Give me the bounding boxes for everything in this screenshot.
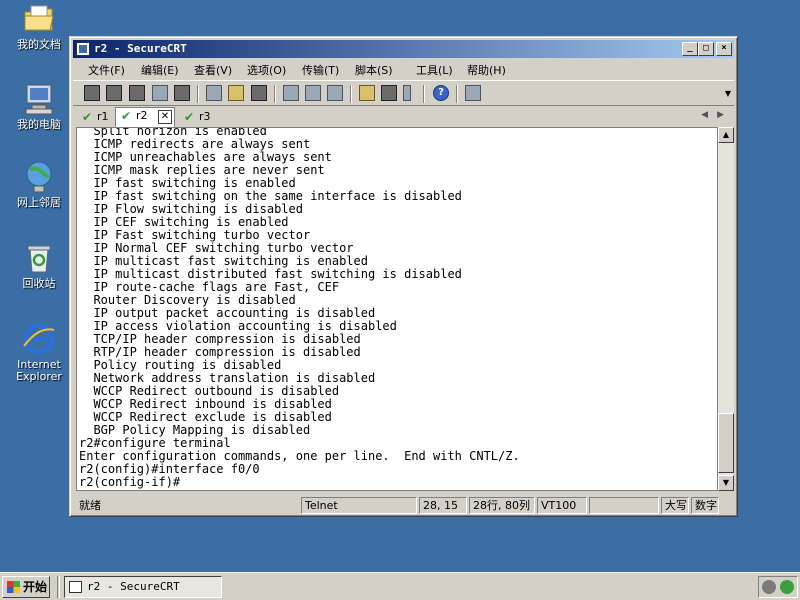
toolbar: ? ▼ xyxy=(73,80,734,106)
tab-close-icon[interactable]: ✕ xyxy=(158,110,172,124)
toolbar-separator xyxy=(423,85,425,103)
status-caps-lock: 大写 xyxy=(661,497,689,514)
minimize-button[interactable]: _ xyxy=(682,42,698,56)
start-button[interactable]: 开始 xyxy=(2,576,50,598)
toolbar-chevron-icon[interactable]: ▼ xyxy=(725,89,731,98)
toolbar-separator xyxy=(350,85,352,103)
desktop-icon-my-computer[interactable]: 我的电脑 xyxy=(8,82,70,131)
scroll-thumb[interactable] xyxy=(718,413,734,473)
status-num-lock: 数字 xyxy=(691,497,719,514)
taskbar: 开始 r2 - SecureCRT xyxy=(0,572,800,600)
taskbar-securecrt-button[interactable]: r2 - SecureCRT xyxy=(64,576,222,598)
securecrt-app-icon xyxy=(76,42,90,56)
terminal-scrollbar[interactable]: ▲ ▼ xyxy=(718,127,734,491)
tab-label: r3 xyxy=(199,110,211,123)
log-session-icon[interactable] xyxy=(465,85,481,101)
quick-connect-icon[interactable] xyxy=(106,85,122,101)
desktop-icon-recycle-bin[interactable]: 回收站 xyxy=(8,241,70,290)
reconnect-icon[interactable] xyxy=(152,85,168,101)
session-options-icon[interactable] xyxy=(359,85,375,101)
tab-r1[interactable]: ✔ r1 xyxy=(77,109,113,127)
status-ready: 就绪 xyxy=(79,499,101,512)
volume-icon[interactable] xyxy=(762,580,776,594)
tab-scroll-left-icon[interactable]: ◀ xyxy=(701,110,708,120)
menu-edit[interactable]: 编辑(E) xyxy=(141,62,179,78)
menu-options[interactable]: 选项(O) xyxy=(247,62,286,78)
desktop-icon-label: 回收站 xyxy=(22,277,56,290)
connected-check-icon: ✔ xyxy=(82,110,93,124)
print-setup-icon[interactable] xyxy=(283,85,299,101)
tab-scroll-right-icon[interactable]: ▶ xyxy=(717,110,724,120)
maximize-icon: □ xyxy=(703,43,709,53)
my-documents-folder-icon xyxy=(22,2,56,36)
toolbar-separator xyxy=(456,85,458,103)
status-protocol: Telnet xyxy=(301,497,417,514)
minimize-icon: _ xyxy=(687,43,693,53)
scroll-down-icon[interactable]: ▼ xyxy=(718,475,734,491)
taskbar-button-label: r2 - SecureCRT xyxy=(87,580,180,593)
my-computer-icon xyxy=(22,82,56,116)
recycle-bin-icon xyxy=(22,241,56,275)
internet-explorer-icon xyxy=(22,322,56,356)
desktop-icon-label: Internet Explorer xyxy=(16,358,62,383)
connect-in-tab-icon[interactable] xyxy=(129,85,145,101)
copy-icon[interactable] xyxy=(206,85,222,101)
desktop-icon-label: 我的文档 xyxy=(17,38,61,51)
menu-help[interactable]: 帮助(H) xyxy=(467,62,506,78)
menu-file[interactable]: 文件(F) xyxy=(88,62,125,78)
keymap-icon[interactable] xyxy=(403,85,411,101)
status-terminal-size: 28行, 80列 xyxy=(469,497,535,514)
securecrt-app-icon xyxy=(69,581,82,593)
terminal-output[interactable]: Split horizon is enabled ICMP redirects … xyxy=(76,127,718,491)
tab-label: r1 xyxy=(97,110,109,123)
toolbar-separator xyxy=(274,85,276,103)
toolbar-separator xyxy=(197,85,199,103)
print-icon[interactable] xyxy=(327,85,343,101)
title-bar[interactable]: r2 - SecureCRT _ □ × xyxy=(73,40,734,58)
disconnect-icon[interactable] xyxy=(174,85,190,101)
windows-logo-icon xyxy=(7,581,20,593)
desktop-icon-ie[interactable]: Internet Explorer xyxy=(8,322,70,383)
close-button[interactable]: × xyxy=(716,42,732,56)
desktop-icon-network[interactable]: 网上邻居 xyxy=(8,160,70,209)
scroll-up-icon[interactable]: ▲ xyxy=(718,127,734,143)
help-icon[interactable]: ? xyxy=(433,85,449,101)
taskbar-separator xyxy=(57,576,60,598)
status-emulation: VT100 xyxy=(537,497,587,514)
maximize-button[interactable]: □ xyxy=(698,42,714,56)
connect-icon[interactable] xyxy=(84,85,100,101)
desktop-icon-label: 我的电脑 xyxy=(17,118,61,131)
menu-bar: 文件(F) 编辑(E) 查看(V) 选项(O) 传输(T) 脚本(S) 工具(L… xyxy=(73,59,734,79)
status-bar: 就绪 Telnet 28, 15 28行, 80列 VT100 大写 数字 xyxy=(73,495,734,515)
menu-script[interactable]: 脚本(S) xyxy=(355,62,393,78)
desktop-icon-my-documents[interactable]: 我的文档 xyxy=(8,2,70,51)
menu-view[interactable]: 查看(V) xyxy=(194,62,232,78)
paste-icon[interactable] xyxy=(228,85,244,101)
status-cursor-position: 28, 15 xyxy=(419,497,467,514)
terminal-text: Split horizon is enabled ICMP redirects … xyxy=(79,127,520,489)
print-selection-icon[interactable] xyxy=(305,85,321,101)
securecrt-window: r2 - SecureCRT _ □ × 文件(F) 编辑(E) 查看(V) 选… xyxy=(69,36,738,517)
desktop-icon-label: 网上邻居 xyxy=(17,196,61,209)
tab-r3[interactable]: ✔ r3 xyxy=(179,109,215,127)
global-options-icon[interactable] xyxy=(381,85,397,101)
tab-r2[interactable]: ✔ r2 ✕ xyxy=(115,107,175,127)
network-places-icon xyxy=(22,160,56,194)
session-tabs: ✔ r1 ✔ r2 ✕ ✔ r3 ◀ ▶ xyxy=(73,107,734,127)
status-blank xyxy=(589,497,659,514)
system-tray xyxy=(758,576,798,598)
start-label: 开始 xyxy=(23,580,48,594)
find-icon[interactable] xyxy=(251,85,267,101)
close-icon: × xyxy=(721,43,727,53)
connected-check-icon: ✔ xyxy=(121,109,132,123)
window-title: r2 - SecureCRT xyxy=(94,42,187,55)
network-status-icon[interactable] xyxy=(780,580,794,594)
menu-tools[interactable]: 工具(L) xyxy=(416,62,453,78)
tab-label: r2 xyxy=(136,109,148,122)
menu-transfer[interactable]: 传输(T) xyxy=(302,62,339,78)
connected-check-icon: ✔ xyxy=(184,110,195,124)
